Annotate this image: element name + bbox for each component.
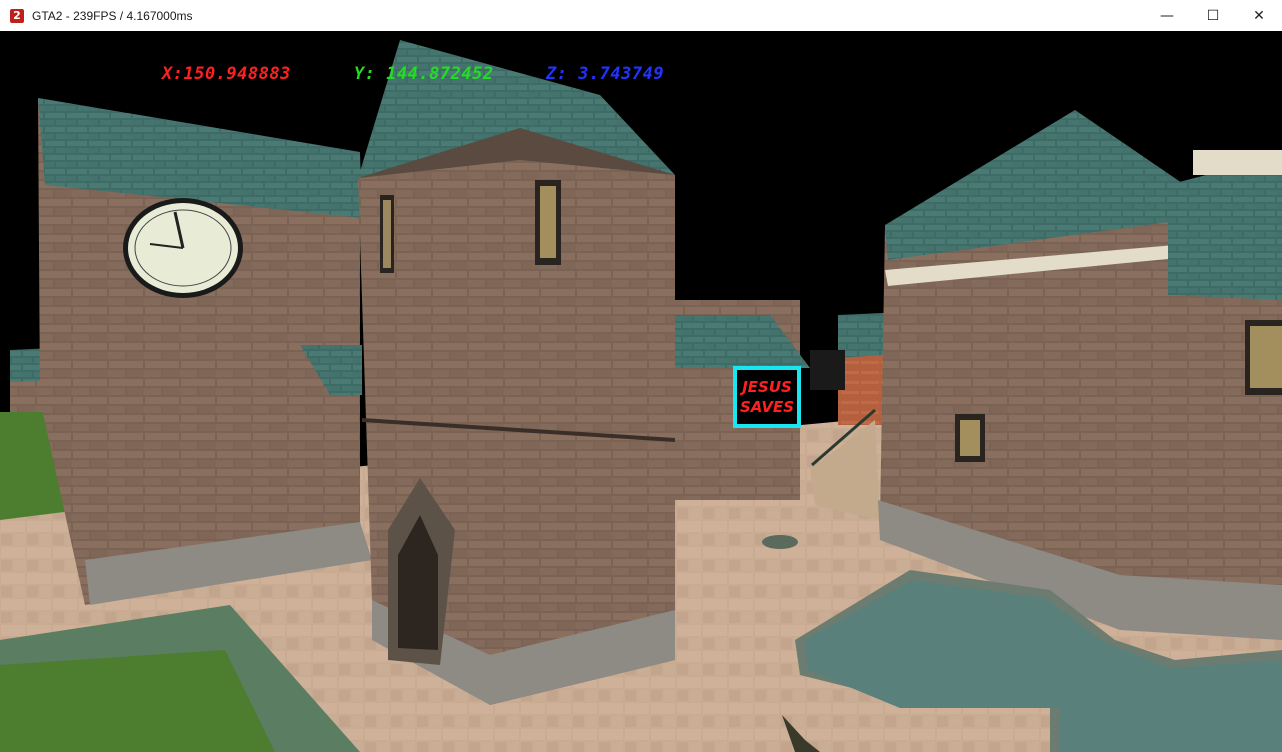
jesus-saves-sign: JESUS SAVES bbox=[733, 366, 801, 428]
minimize-button[interactable]: — bbox=[1144, 0, 1190, 31]
maximize-button[interactable]: ☐ bbox=[1190, 0, 1236, 31]
far-right-parapet bbox=[1193, 150, 1282, 175]
close-button[interactable]: ✕ bbox=[1236, 0, 1282, 31]
sign-line1: JESUS bbox=[739, 378, 792, 396]
hud-z-coordinate: Z: 3.743749 bbox=[546, 64, 665, 84]
title-bar[interactable]: 2 GTA2 - 239FPS / 4.167000ms — ☐ ✕ bbox=[0, 0, 1282, 32]
hud-x-coordinate: X:150.948883 bbox=[162, 64, 291, 84]
hud-y-coordinate: Y: 144.872452 bbox=[354, 64, 494, 84]
game-window: 2 GTA2 - 239FPS / 4.167000ms — ☐ ✕ JESUS… bbox=[0, 0, 1282, 752]
game-scene: JESUS SAVES bbox=[0, 31, 1282, 752]
window-controls: — ☐ ✕ bbox=[1144, 0, 1282, 31]
manhole bbox=[762, 535, 798, 549]
clock-face bbox=[123, 198, 243, 298]
window-title: GTA2 - 239FPS / 4.167000ms bbox=[32, 8, 193, 23]
game-viewport[interactable]: JESUS SAVES X:150.948883 Y: 144.872452 Z… bbox=[0, 31, 1282, 752]
sign-line2: SAVES bbox=[740, 398, 794, 416]
gta2-app-icon: 2 bbox=[10, 8, 24, 23]
fence-distant bbox=[810, 350, 845, 390]
